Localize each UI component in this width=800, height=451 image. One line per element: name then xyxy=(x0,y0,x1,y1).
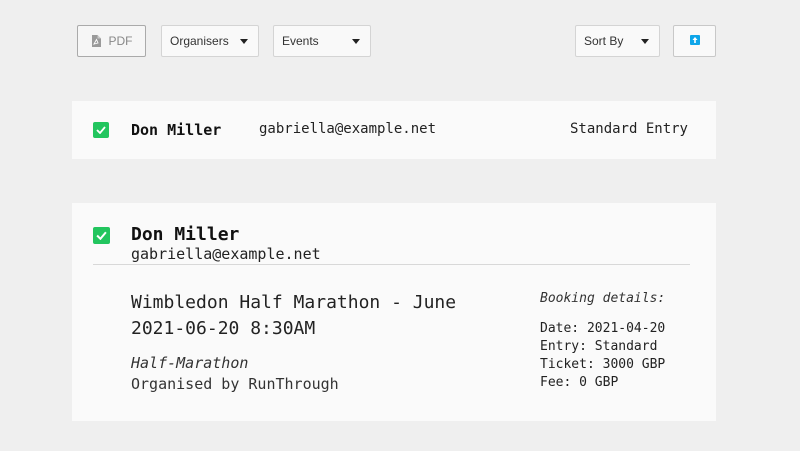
attendee-name: Don Miller xyxy=(131,224,240,245)
attendee-card-expanded[interactable]: Don Miller gabriella@example.net Wimbled… xyxy=(72,203,716,421)
pdf-icon xyxy=(91,35,101,47)
organisers-label: Organisers xyxy=(170,34,229,48)
organisers-dropdown[interactable]: Organisers xyxy=(161,25,259,57)
attendee-card-collapsed[interactable]: Don Miller gabriella@example.net Standar… xyxy=(72,101,716,159)
booking-fee: Fee: 0 GBP xyxy=(540,375,619,390)
booking-details: Date: 2021-04-20 Entry: Standard Ticket:… xyxy=(540,320,665,392)
divider xyxy=(93,264,690,265)
entry-type: Standard Entry xyxy=(569,121,688,137)
chevron-down-icon xyxy=(352,38,360,44)
chevron-down-icon xyxy=(641,38,649,44)
sort-by-dropdown[interactable]: Sort By xyxy=(575,25,660,57)
booking-ticket: Ticket: 3000 GBP xyxy=(540,357,666,372)
attendee-name: Don Miller xyxy=(131,121,222,139)
events-label: Events xyxy=(282,34,319,48)
upload-icon xyxy=(689,34,700,48)
attendee-email: gabriella@example.net xyxy=(131,245,321,263)
event-title: Wimbledon Half Marathon - June 2021-06-2… xyxy=(131,292,457,339)
select-checkbox[interactable] xyxy=(93,122,109,138)
events-dropdown[interactable]: Events xyxy=(273,25,371,57)
event-organiser: Organised by RunThrough xyxy=(131,375,339,393)
attendee-email: gabriella@example.net xyxy=(259,121,437,137)
checkmark-icon xyxy=(96,121,106,139)
sort-by-label: Sort By xyxy=(584,34,624,48)
booking-details-title: Booking details: xyxy=(540,291,666,306)
checkmark-icon xyxy=(96,227,107,245)
select-checkbox[interactable] xyxy=(93,227,110,244)
pdf-button[interactable]: PDF xyxy=(77,25,146,57)
booking-date: Date: 2021-04-20 xyxy=(540,321,666,336)
pdf-label: PDF xyxy=(108,34,133,48)
chevron-down-icon xyxy=(240,38,248,44)
booking-entry: Entry: Standard xyxy=(540,339,658,354)
upload-button[interactable] xyxy=(673,25,716,57)
event-type: Half-Marathon xyxy=(131,354,249,372)
